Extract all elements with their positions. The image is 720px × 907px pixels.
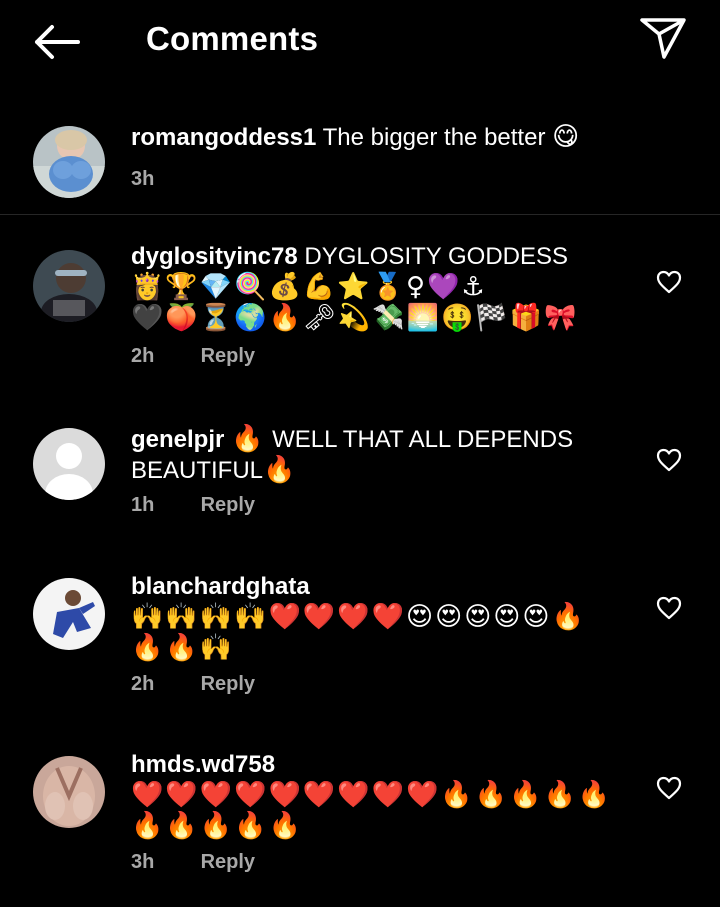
page-title: Comments <box>146 20 319 57</box>
like-button[interactable] <box>655 594 683 622</box>
like-button[interactable] <box>655 446 683 474</box>
comments-screen: Comments romangoddess1 The bigger the be… <box>0 0 720 907</box>
avatar[interactable] <box>33 428 105 500</box>
like-button[interactable] <box>655 268 683 296</box>
comment-meta: 3h <box>131 168 195 191</box>
comment-time: 2h <box>131 673 155 695</box>
comment-meta: 1h Reply <box>131 494 255 517</box>
comment-emoji: ❤️❤️❤️❤️❤️❤️❤️❤️❤️🔥🔥🔥🔥🔥 <box>131 780 613 810</box>
comment-emoji: 🙌🙌🙌🙌❤️❤️❤️❤️😍😍😍😍😍🔥 <box>131 602 586 632</box>
comment-emoji: 🔥 <box>263 455 298 485</box>
avatar[interactable] <box>33 250 105 322</box>
comment-body: dyglosityinc78 DYGLOSITY GODDESS 👸🏆💎🍭💰💪⭐… <box>131 242 631 334</box>
back-button[interactable] <box>30 20 82 64</box>
arrow-left-icon <box>35 25 80 59</box>
comment-time: 3h <box>131 851 155 873</box>
comment-time: 3h <box>131 168 155 190</box>
comment-emoji: 🔥 <box>231 424 266 454</box>
reply-button[interactable]: Reply <box>201 851 255 873</box>
avatar[interactable] <box>33 126 105 198</box>
caption-body: romangoddess1 The bigger the better 😋 <box>131 122 631 153</box>
paper-plane-icon <box>640 18 686 59</box>
comment-username[interactable]: genelpjr <box>131 426 224 453</box>
heart-icon <box>656 776 682 800</box>
top-bar: Comments <box>0 0 720 84</box>
comment-emoji: 🖤🍑⏳🌍🔥🗝💫💸🌅🤑🏁🎁🎀 <box>131 303 579 333</box>
like-button[interactable] <box>655 774 683 802</box>
comment-emoji: 🔥🔥🔥🔥🔥 <box>131 811 303 841</box>
comment-time: 1h <box>131 494 155 516</box>
avatar[interactable] <box>33 756 105 828</box>
post-caption: romangoddess1 The bigger the better 😋 3h <box>0 104 720 214</box>
reply-button[interactable]: Reply <box>201 494 255 516</box>
share-button[interactable] <box>634 12 692 64</box>
reply-button[interactable]: Reply <box>201 673 255 695</box>
heart-icon <box>656 596 682 620</box>
reply-button[interactable]: Reply <box>201 345 255 367</box>
comment-username[interactable]: romangoddess1 <box>131 124 316 151</box>
comment-body: blanchardghata 🙌🙌🙌🙌❤️❤️❤️❤️😍😍😍😍😍🔥 🔥🔥🙌 <box>131 572 631 664</box>
comment-emoji: 🔥🔥🙌 <box>131 633 235 663</box>
comment-text: DYGLOSITY GODDESS <box>304 243 569 270</box>
comment-emoji: 👸🏆💎🍭💰💪⭐🏅♀💜⚓ <box>131 272 487 302</box>
comment-username[interactable]: dyglosityinc78 <box>131 243 298 270</box>
comment-body: hmds.wd758 ❤️❤️❤️❤️❤️❤️❤️❤️❤️🔥🔥🔥🔥🔥 🔥🔥🔥🔥🔥 <box>131 750 631 842</box>
comment-time: 2h <box>131 345 155 367</box>
comment-text: The bigger the better <box>322 124 546 151</box>
heart-icon <box>656 448 682 472</box>
comment-meta: 2h Reply <box>131 673 255 696</box>
comment-username[interactable]: hmds.wd758 <box>131 751 275 778</box>
comment-body: genelpjr 🔥 WELL THAT ALL DEPENDS BEAUTIF… <box>131 424 631 486</box>
comment-meta: 3h Reply <box>131 851 255 874</box>
comment-meta: 2h Reply <box>131 345 255 368</box>
divider <box>0 214 720 215</box>
comment-username[interactable]: blanchardghata <box>131 573 310 600</box>
heart-icon <box>656 270 682 294</box>
avatar[interactable] <box>33 578 105 650</box>
comment-emoji: 😋 <box>552 122 582 152</box>
